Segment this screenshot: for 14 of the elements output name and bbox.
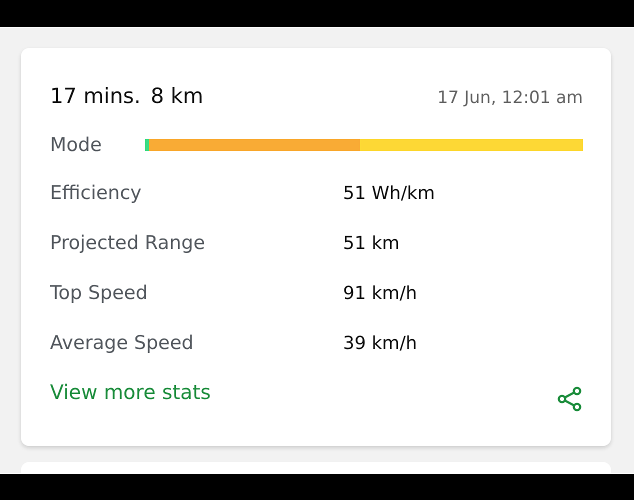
- stat-label: Efficiency: [50, 182, 143, 204]
- trip-date: 17 Jun, 12:01 am: [437, 88, 583, 108]
- view-more-stats-link[interactable]: View more stats: [50, 380, 211, 404]
- stat-value: 39 km/h: [343, 332, 418, 354]
- stat-value: 51 km: [343, 232, 400, 254]
- stat-value: 91 km/h: [343, 282, 418, 304]
- stat-label: Average Speed: [50, 332, 195, 354]
- trip-duration: 17 mins.: [50, 84, 141, 108]
- stat-label: Projected Range: [50, 232, 206, 254]
- stat-label: Top Speed: [50, 282, 149, 304]
- mode-label: Mode: [50, 134, 103, 156]
- trip-distance: 8 km: [150, 84, 204, 108]
- share-icon[interactable]: [557, 386, 583, 412]
- stat-value: 51 Wh/km: [343, 182, 435, 204]
